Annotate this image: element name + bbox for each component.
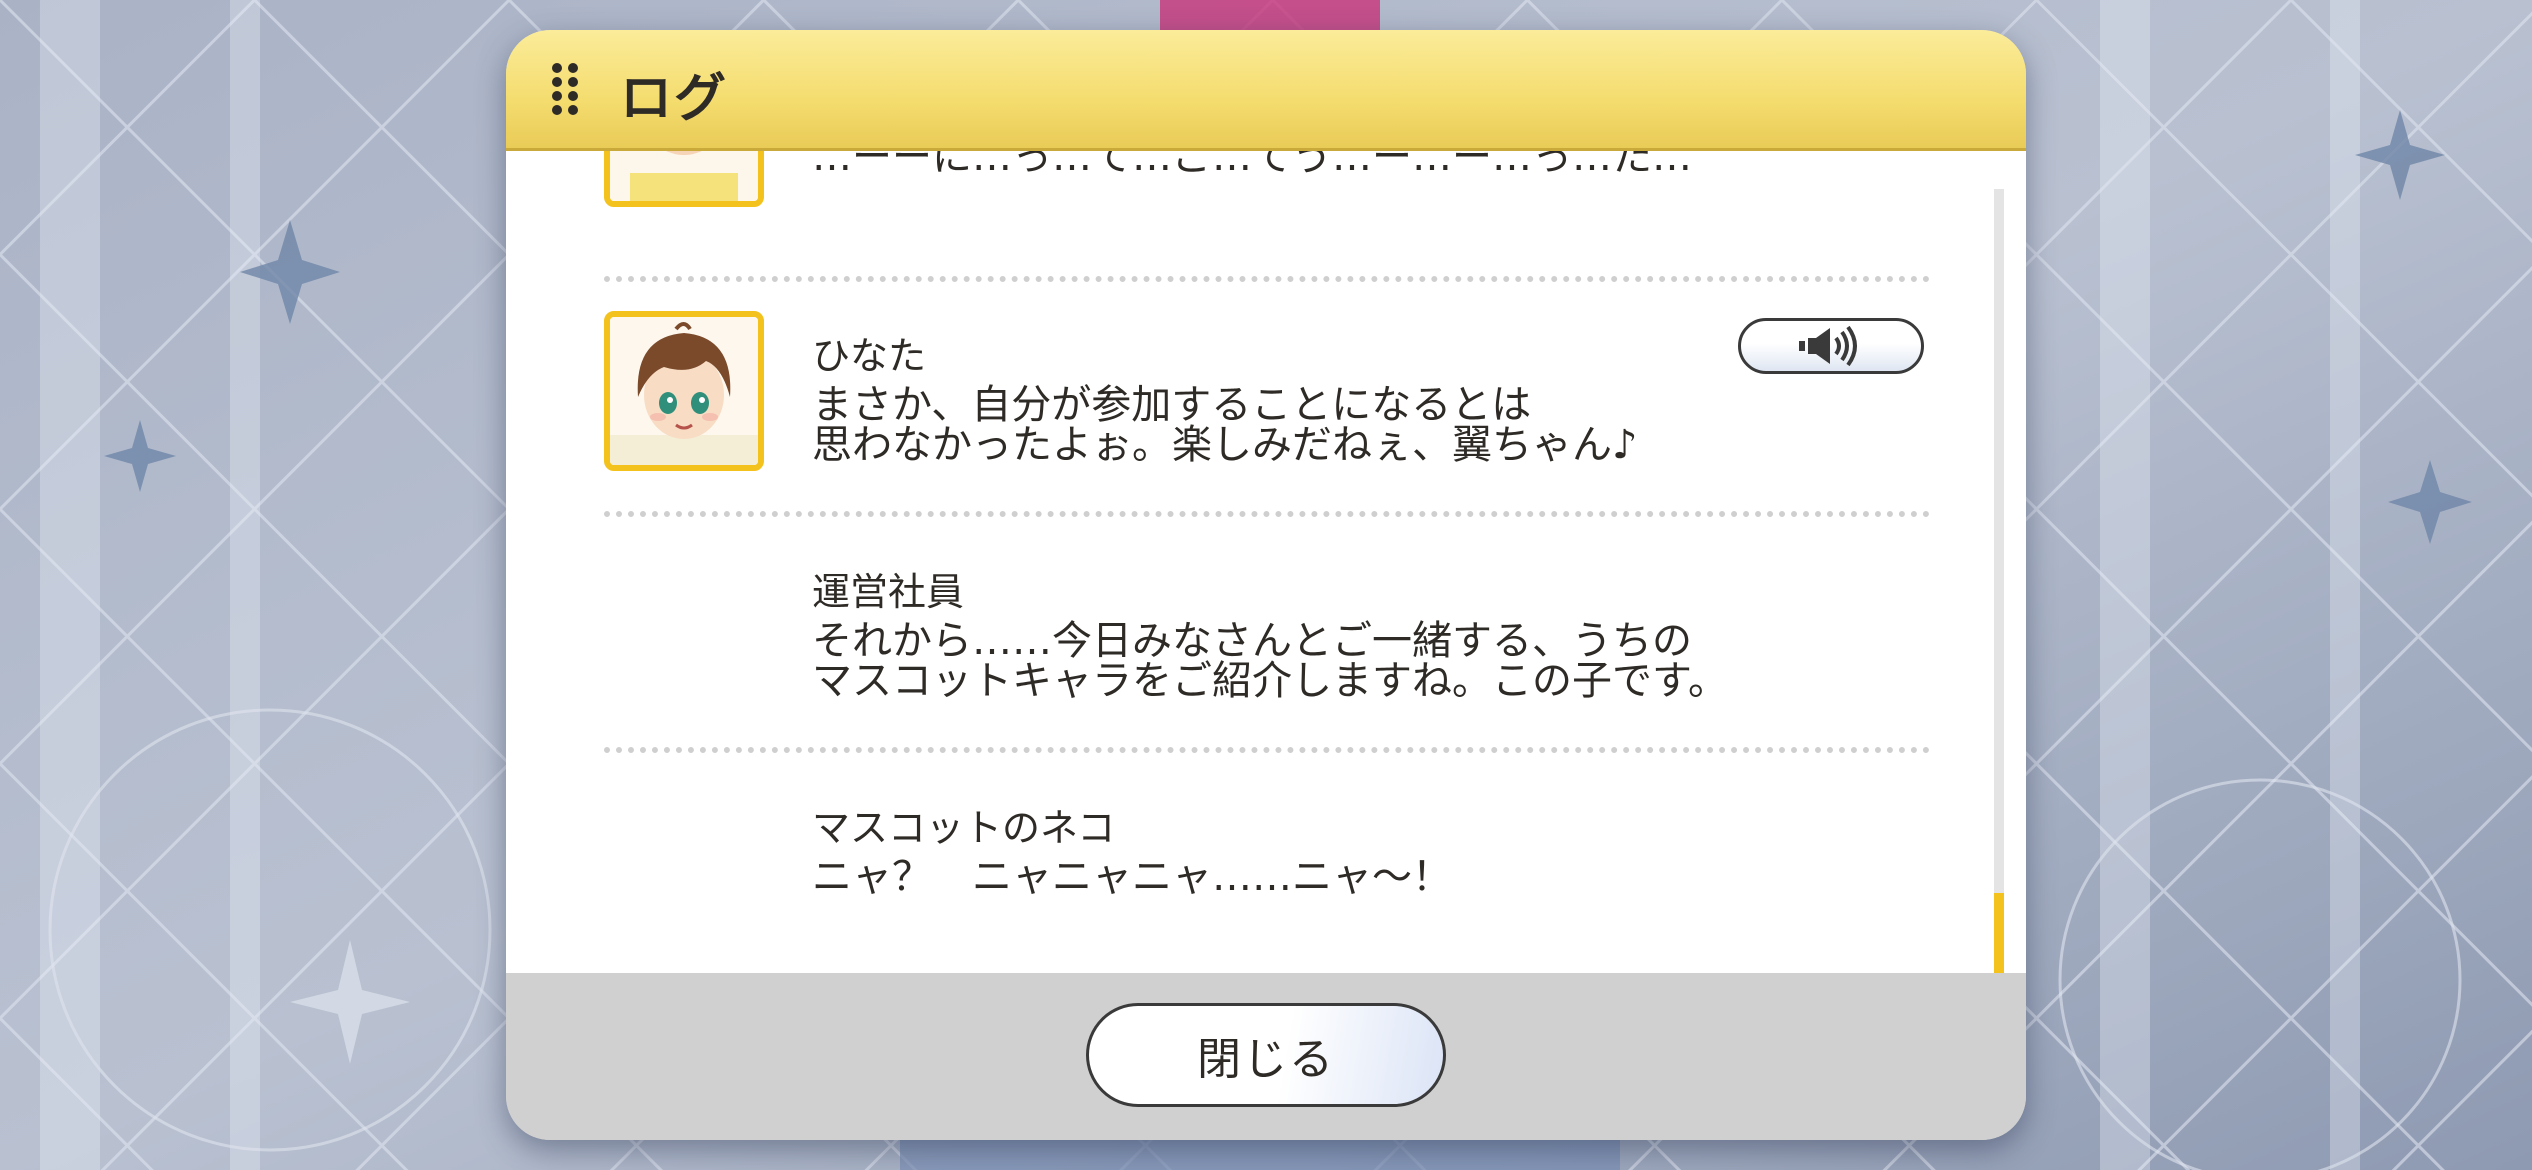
speaker-icon	[1799, 325, 1857, 367]
log-list[interactable]: …ーーに…っ…て…ご…てう…ー…ー…っ…た… ひなた まさか、自分が参加すること…	[506, 151, 2026, 973]
close-button-label: 閉じる	[1197, 1034, 1335, 1085]
speaker-name: マスコットのネコ	[812, 806, 1116, 850]
dialogue-text: それから……今日みなさんとご一緒する、うちの	[812, 618, 1692, 664]
speaker-name: 運営社員	[812, 570, 965, 614]
scrollbar-track[interactable]	[1994, 189, 2004, 973]
speaker-name: ひなた	[812, 334, 927, 378]
dialogue-text: …ーーに…っ…て…ご…てう…ー…ー…っ…た…	[812, 151, 1692, 180]
dialogue-text: マスコットキャラをご紹介しますね。この子です。	[812, 658, 1728, 704]
entry-divider	[604, 276, 1930, 282]
scrollbar-thumb[interactable]	[1994, 893, 2004, 973]
voice-replay-button[interactable]	[1738, 318, 1924, 374]
dialogue-text: ニャ？ ニャニャニャ……ニャ～！	[812, 854, 1452, 900]
dialog-title: ログ	[620, 69, 729, 129]
grip-dots-icon[interactable]	[550, 62, 580, 120]
close-button[interactable]: 閉じる	[1086, 1003, 1446, 1107]
log-dialog: ログ …ーーに…っ…て…ご…てう…ー…ー…っ…た… ひなた まさか、自分が参加す…	[506, 30, 2026, 1140]
entry-divider	[604, 747, 1930, 753]
dialogue-text: 思わなかったよぉ。楽しみだねぇ、翼ちゃん♪	[812, 422, 1638, 468]
dialog-footer: 閉じる	[506, 973, 2026, 1140]
entry-divider	[604, 511, 1930, 517]
character-avatar	[604, 151, 764, 207]
character-avatar	[604, 311, 764, 471]
dialogue-text: まさか、自分が参加することになるとは	[812, 382, 1532, 428]
dialog-header[interactable]: ログ	[506, 30, 2026, 151]
